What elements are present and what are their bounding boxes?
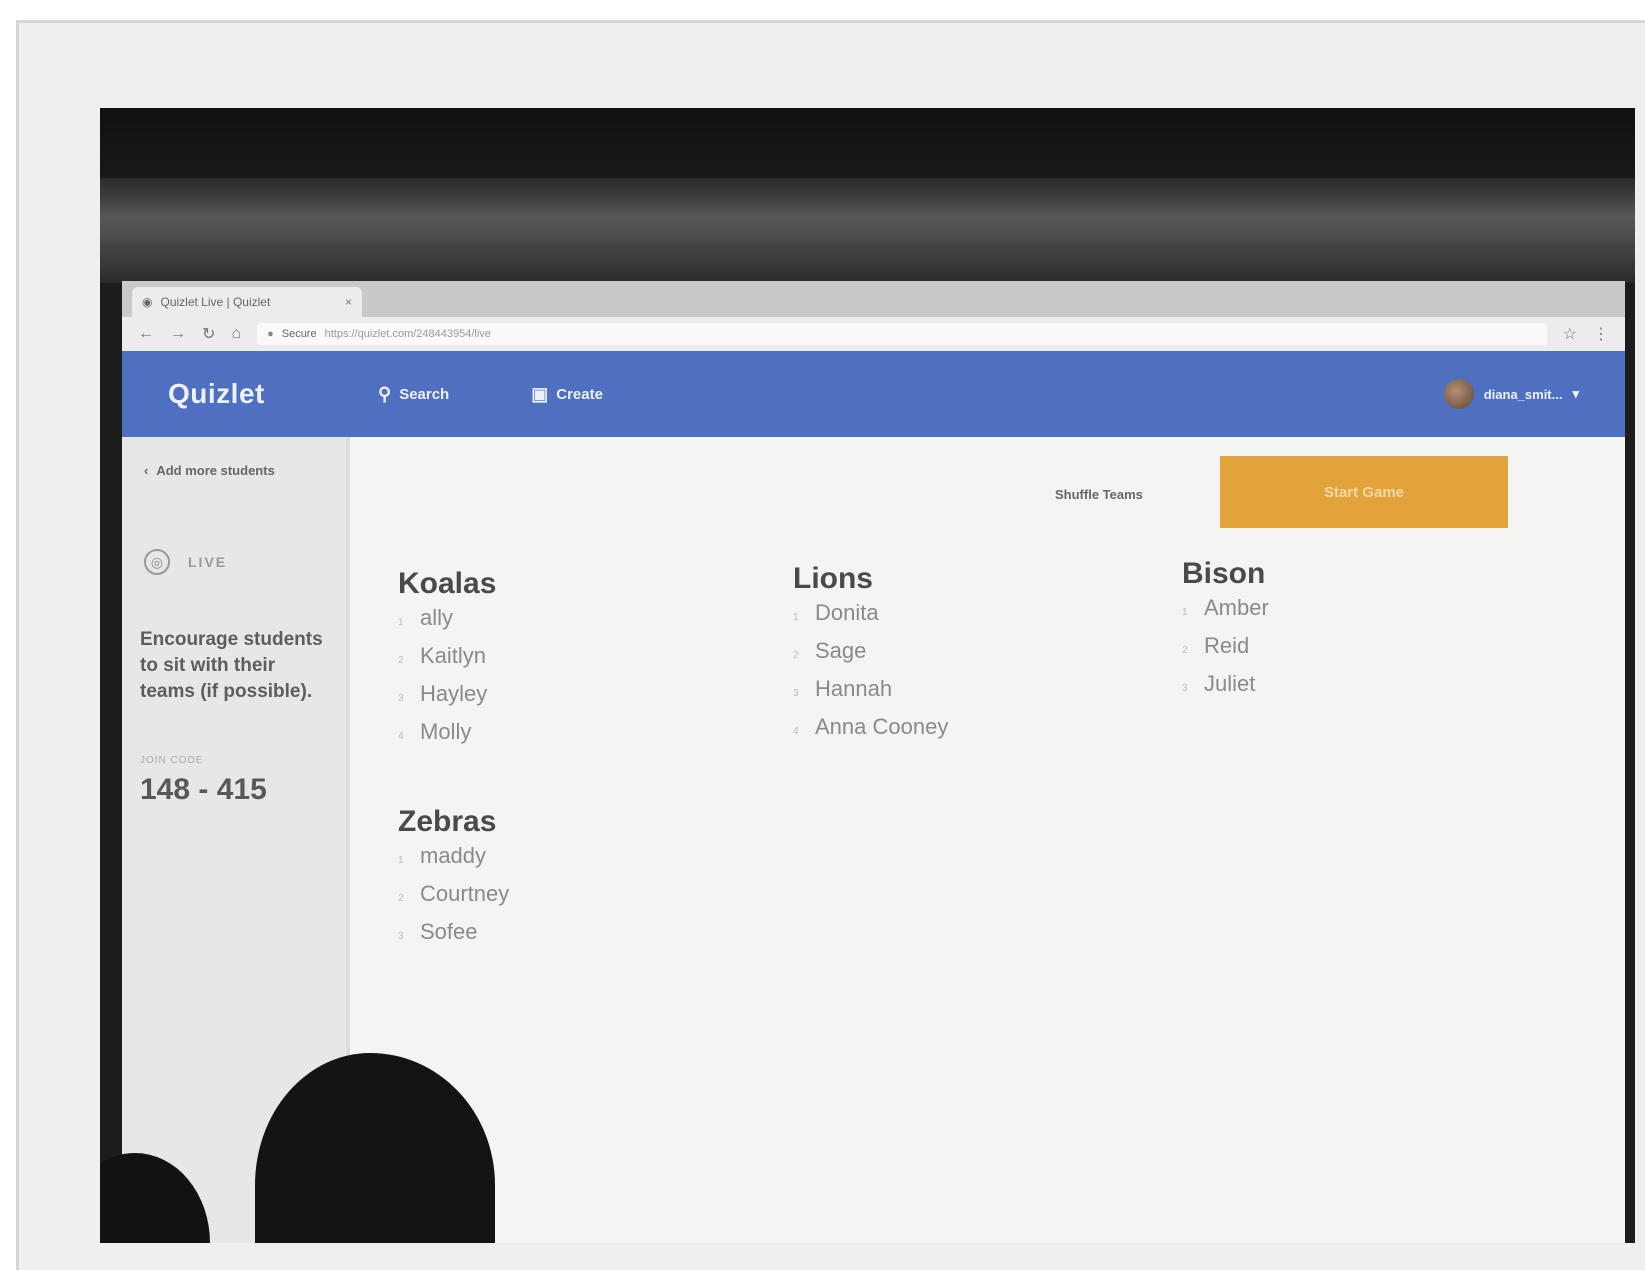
team-name: Koalas [398, 567, 497, 600]
url-text: https://quizlet.com/248443954/live [324, 328, 491, 340]
member-number: 1 [398, 617, 404, 628]
list-item: 1 Amber [1182, 595, 1269, 633]
list-item: 2 Sage [793, 638, 948, 676]
team-name: Bison [1182, 557, 1266, 590]
quizlet-logo[interactable]: Quizlet [168, 378, 378, 410]
reload-icon[interactable]: ↻ [202, 324, 215, 344]
member-name: Anna Cooney [815, 714, 949, 739]
list-item: 4 Anna Cooney [793, 714, 948, 752]
avatar [1443, 379, 1474, 409]
team-name: Zebras [398, 805, 497, 838]
join-code: 148 - 415 [140, 773, 267, 806]
browser-tab[interactable]: ◉ Quizlet Live | Quizlet × [132, 287, 362, 317]
member-name: Courtney [420, 881, 510, 906]
member-number: 2 [1182, 645, 1188, 656]
address-bar[interactable]: ● Secure https://quizlet.com/248443954/l… [257, 323, 1547, 345]
member-name: Molly [420, 719, 472, 744]
list-item: 1 maddy [398, 843, 509, 881]
list-item: 3 Hannah [793, 676, 948, 714]
tab-close-icon[interactable]: × [345, 295, 352, 309]
member-name: Sofee [420, 919, 478, 944]
list-item: 3 Sofee [398, 919, 509, 957]
team-name: Lions [793, 562, 873, 595]
list-item: 3 Juliet [1182, 671, 1269, 709]
join-code-label: JOIN CODE [140, 755, 204, 766]
photo-frame: ◉ Quizlet Live | Quizlet × ← → ↻ ⌂ ● Sec… [16, 20, 1645, 1270]
member-number: 4 [398, 731, 404, 742]
search-label: Search [399, 385, 450, 403]
member-name: Kaitlyn [420, 643, 487, 668]
member-name: maddy [420, 843, 487, 868]
shuffle-teams-button[interactable]: Shuffle Teams [1055, 487, 1143, 502]
list-item: 2 Kaitlyn [398, 643, 496, 681]
instructions-text: Encourage students to sit with their tea… [140, 629, 323, 702]
team-member-list: 1 maddy 2 Courtney 3 Sofee [398, 843, 509, 957]
member-number: 3 [1182, 683, 1188, 694]
search-icon: ⚲ [378, 383, 392, 404]
member-number: 3 [398, 693, 404, 704]
list-item: 1 Donita [793, 600, 948, 638]
tab-title: Quizlet Live | Quizlet [160, 295, 271, 309]
lock-icon: ● [267, 328, 274, 340]
forward-arrow-icon[interactable]: → [170, 325, 186, 343]
team-member-list: 1 Donita 2 Sage 3 Hannah 4 Anna Cooney [793, 600, 948, 752]
member-number: 1 [398, 855, 404, 866]
member-name: Donita [815, 600, 879, 625]
search-button[interactable]: ⚲ Search [378, 384, 449, 405]
team-bison: Bison 1 Amber 2 Reid 3 Juliet [1182, 557, 1269, 709]
member-name: Juliet [1204, 671, 1256, 696]
create-label: Create [556, 385, 603, 403]
team-lobby: Shuffle Teams Start Game Koalas 1 ally 2K… [350, 437, 1625, 1243]
list-item: 4 Molly [398, 719, 496, 757]
secure-label: Secure [281, 328, 317, 340]
member-name: Reid [1204, 633, 1250, 658]
member-number: 1 [793, 612, 799, 623]
member-number: 2 [793, 650, 799, 661]
member-number: 1 [1182, 607, 1188, 618]
live-label: LIVE [188, 554, 228, 570]
menu-dots-icon[interactable]: ⋮ [1593, 324, 1609, 344]
team-zebras: Zebras 1 maddy 2 Courtney 3 Sofee [398, 805, 509, 957]
site-header: Quizlet ⚲ Search ▣ Create diana_smit... … [122, 351, 1625, 437]
list-item: 3 Hayley [398, 681, 496, 719]
username: diana_smit... [1483, 386, 1563, 402]
live-icon: ◎ [144, 549, 170, 575]
member-number: 3 [398, 931, 404, 942]
list-item: 2 Reid [1182, 633, 1269, 671]
team-member-list: 1 Amber 2 Reid 3 Juliet [1182, 595, 1269, 709]
start-game-button[interactable]: Start Game [1220, 456, 1508, 528]
live-indicator: ◎ LIVE [144, 549, 227, 575]
list-item: 1 ally [398, 605, 496, 643]
member-name: Hannah [815, 676, 893, 701]
team-lions: Lions 1 Donita 2 Sage 3 Hannah 4 Anna Cooney [793, 562, 948, 752]
user-menu[interactable]: diana_smit... ▾ [1443, 379, 1579, 409]
back-arrow-icon[interactable]: ← [138, 325, 154, 343]
browser-tabbar: ◉ Quizlet Live | Quizlet × [122, 281, 1625, 317]
member-number: 2 [398, 893, 404, 904]
list-item: 2 Courtney [398, 881, 509, 919]
team-member-list: 1 ally 2 Kaitlyn 3 Hayley 4 Molly [398, 605, 496, 757]
browser-toolbar: ← → ↻ ⌂ ● Secure https://quizlet.com/248… [122, 317, 1625, 351]
classroom-photo: ◉ Quizlet Live | Quizlet × ← → ↻ ⌂ ● Sec… [100, 108, 1635, 1243]
quizlet-favicon-icon: ◉ [142, 295, 153, 309]
add-more-students-link[interactable]: ‹ Add more students [144, 463, 275, 478]
member-name: Sage [815, 638, 867, 663]
member-name: Hayley [420, 681, 488, 706]
create-icon: ▣ [531, 383, 549, 404]
team-koalas: Koalas 1 ally 2 Kaitlyn 3 Hayley 4 Molly [398, 567, 496, 757]
bezel-highlight [100, 178, 1635, 248]
chevron-left-icon: ‹ [144, 463, 149, 478]
member-number: 2 [398, 655, 404, 666]
member-name: Amber [1204, 595, 1269, 620]
member-number: 4 [793, 726, 799, 737]
member-number: 3 [793, 688, 799, 699]
home-icon[interactable]: ⌂ [231, 325, 241, 343]
create-button[interactable]: ▣ Create [531, 384, 603, 405]
chevron-down-icon: ▾ [1572, 386, 1579, 401]
member-name: ally [420, 605, 454, 630]
bookmark-star-icon[interactable]: ☆ [1563, 324, 1577, 344]
add-more-students-label: Add more students [156, 463, 275, 478]
